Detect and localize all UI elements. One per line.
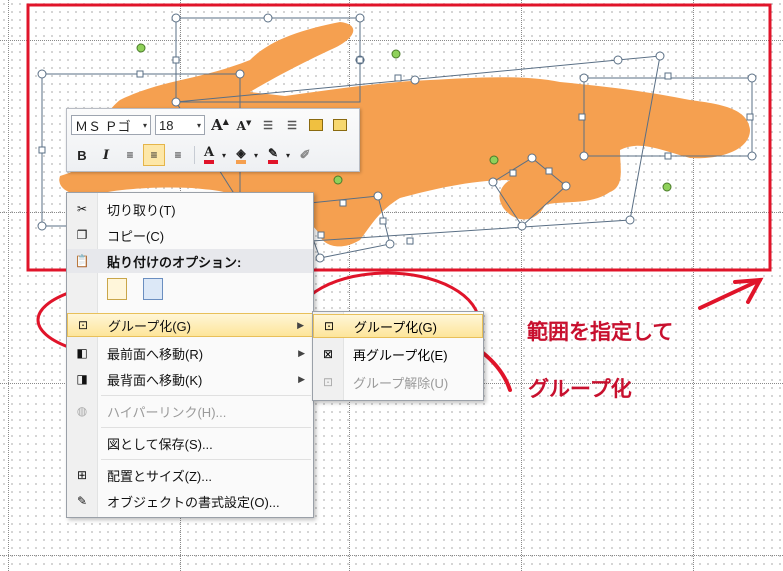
align-right-icon: ≡ <box>174 148 182 162</box>
menu-item-format-object[interactable]: ✎ オブジェクトの書式設定(O)... <box>67 489 313 513</box>
format-painter-button[interactable]: ✐ <box>294 144 316 166</box>
paint-bucket-icon: ◈ <box>236 146 246 164</box>
fill-color-button[interactable]: ◈ <box>230 144 252 166</box>
menu-item-label: 貼り付けのオプション: <box>107 254 242 270</box>
toolbar-separator <box>194 146 195 164</box>
pen-icon: ✎ <box>268 146 279 164</box>
align-left-icon: ≡ <box>126 148 134 162</box>
menu-item-size-position[interactable]: ⊞ 配置とサイズ(Z)... <box>67 463 313 487</box>
font-size-value: 18 <box>159 117 174 133</box>
submenu-arrow-icon: ▶ <box>297 319 304 330</box>
increase-indent-icon: ☰ <box>287 119 297 132</box>
font-name-combo[interactable]: ＭＳ Ｐゴ ▾ <box>71 115 151 135</box>
menu-item-label: 最前面へ移動(R) <box>107 346 204 362</box>
mini-toolbar: ＭＳ Ｐゴ ▾ 18 ▾ A▲ A▼ ☰ ☰ B I ≡ ≡ ≡ A ▾ ◈ ▾… <box>66 108 360 172</box>
menu-item-label: 切り取り(T) <box>107 202 176 218</box>
menu-item-group[interactable]: ⊡ グループ化(G) ▶ <box>67 313 313 337</box>
menu-separator <box>101 459 311 460</box>
submenu-item-group[interactable]: ⊡ グループ化(G) <box>313 314 483 338</box>
ungroup-icon: ⊡ <box>322 375 334 389</box>
submenu-item-ungroup: ⊡ グループ解除(U) <box>313 370 483 394</box>
menu-header-paste-options: 📋 貼り付けのオプション: <box>67 249 313 273</box>
copy-icon: ❐ <box>76 228 88 242</box>
chevron-down-icon[interactable]: ▾ <box>254 151 258 160</box>
font-color-button[interactable]: A <box>198 144 220 166</box>
menu-separator <box>101 427 311 428</box>
chevron-down-icon[interactable]: ▾ <box>222 151 226 160</box>
italic-icon: I <box>102 147 110 163</box>
size-position-icon: ⊞ <box>76 468 88 482</box>
menu-item-label: グループ化(G) <box>354 319 437 335</box>
annotation-group: グループ化 <box>528 377 632 401</box>
group-icon: ⊡ <box>77 318 89 332</box>
menu-item-save-as-picture[interactable]: 図として保存(S)... <box>67 431 313 455</box>
menu-item-label: グループ化(G) <box>108 318 191 334</box>
chevron-down-icon[interactable]: ▾ <box>286 151 290 160</box>
shrink-font-button[interactable]: A▼ <box>233 114 255 136</box>
menu-item-send-to-back[interactable]: ◨ 最背面へ移動(K) ▶ <box>67 367 313 391</box>
line-color-button[interactable]: ✎ <box>262 144 284 166</box>
menu-item-label: ハイパーリンク(H)... <box>107 404 227 420</box>
menu-item-label: グループ解除(U) <box>353 375 449 391</box>
font-size-combo[interactable]: 18 ▾ <box>155 115 205 135</box>
context-menu: ✂ 切り取り(T) ❐ コピー(C) 📋 貼り付けのオプション: ⊡ グループ化… <box>66 192 314 518</box>
align-center-icon: ≡ <box>150 148 158 162</box>
align-left-button[interactable]: ≡ <box>119 144 141 166</box>
annotation-select-range: 範囲を指定して <box>527 320 674 344</box>
bring-forward-button[interactable] <box>305 114 327 136</box>
menu-item-copy[interactable]: ❐ コピー(C) <box>67 223 313 247</box>
chevron-down-icon: ▾ <box>142 120 147 130</box>
align-right-button[interactable]: ≡ <box>167 144 189 166</box>
menu-item-label: コピー(C) <box>107 228 165 244</box>
paste-picture-icon[interactable] <box>143 278 163 300</box>
shrink-font-icon: A▼ <box>236 117 252 133</box>
menu-separator <box>101 395 311 396</box>
menu-item-label: 配置とサイズ(Z)... <box>107 468 213 484</box>
group-icon: ⊡ <box>323 319 335 333</box>
group-submenu: ⊡ グループ化(G) ⊠ 再グループ化(E) ⊡ グループ解除(U) <box>312 311 484 401</box>
submenu-arrow-icon: ▶ <box>298 347 305 358</box>
brush-icon: ✐ <box>299 147 311 162</box>
italic-button[interactable]: I <box>95 144 117 166</box>
decrease-indent-icon: ☰ <box>263 119 273 132</box>
submenu-arrow-icon: ▶ <box>298 373 305 384</box>
menu-item-label: 最背面へ移動(K) <box>107 372 203 388</box>
align-center-button[interactable]: ≡ <box>143 144 165 166</box>
chevron-down-icon: ▾ <box>196 120 201 130</box>
send-to-back-icon: ◨ <box>76 372 88 386</box>
clipboard-icon: 📋 <box>74 254 90 268</box>
scissors-icon: ✂ <box>76 202 88 216</box>
menu-item-label: オブジェクトの書式設定(O)... <box>107 494 280 510</box>
bring-forward-icon <box>309 119 323 131</box>
font-name-value: ＭＳ Ｐゴ <box>75 118 131 134</box>
menu-item-hyperlink: ◍ ハイパーリンク(H)... <box>67 399 313 423</box>
menu-item-cut[interactable]: ✂ 切り取り(T) <box>67 197 313 221</box>
paste-keep-icon[interactable] <box>107 278 127 300</box>
decrease-indent-button[interactable]: ☰ <box>257 114 279 136</box>
send-backward-icon <box>333 119 347 131</box>
regroup-icon: ⊠ <box>322 347 334 361</box>
bring-to-front-icon: ◧ <box>76 346 88 360</box>
grow-font-icon: A▲ <box>211 116 229 134</box>
bold-icon: B <box>77 147 87 163</box>
menu-item-label: 再グループ化(E) <box>353 347 448 363</box>
menu-item-bring-to-front[interactable]: ◧ 最前面へ移動(R) ▶ <box>67 341 313 365</box>
globe-icon: ◍ <box>76 404 88 418</box>
menu-item-label: 図として保存(S)... <box>107 436 213 452</box>
send-backward-button[interactable] <box>329 114 351 136</box>
submenu-item-regroup[interactable]: ⊠ 再グループ化(E) <box>313 342 483 366</box>
grow-font-button[interactable]: A▲ <box>209 114 231 136</box>
increase-indent-button[interactable]: ☰ <box>281 114 303 136</box>
font-color-icon: A <box>203 146 215 164</box>
bold-button[interactable]: B <box>71 144 93 166</box>
format-object-icon: ✎ <box>76 494 88 508</box>
